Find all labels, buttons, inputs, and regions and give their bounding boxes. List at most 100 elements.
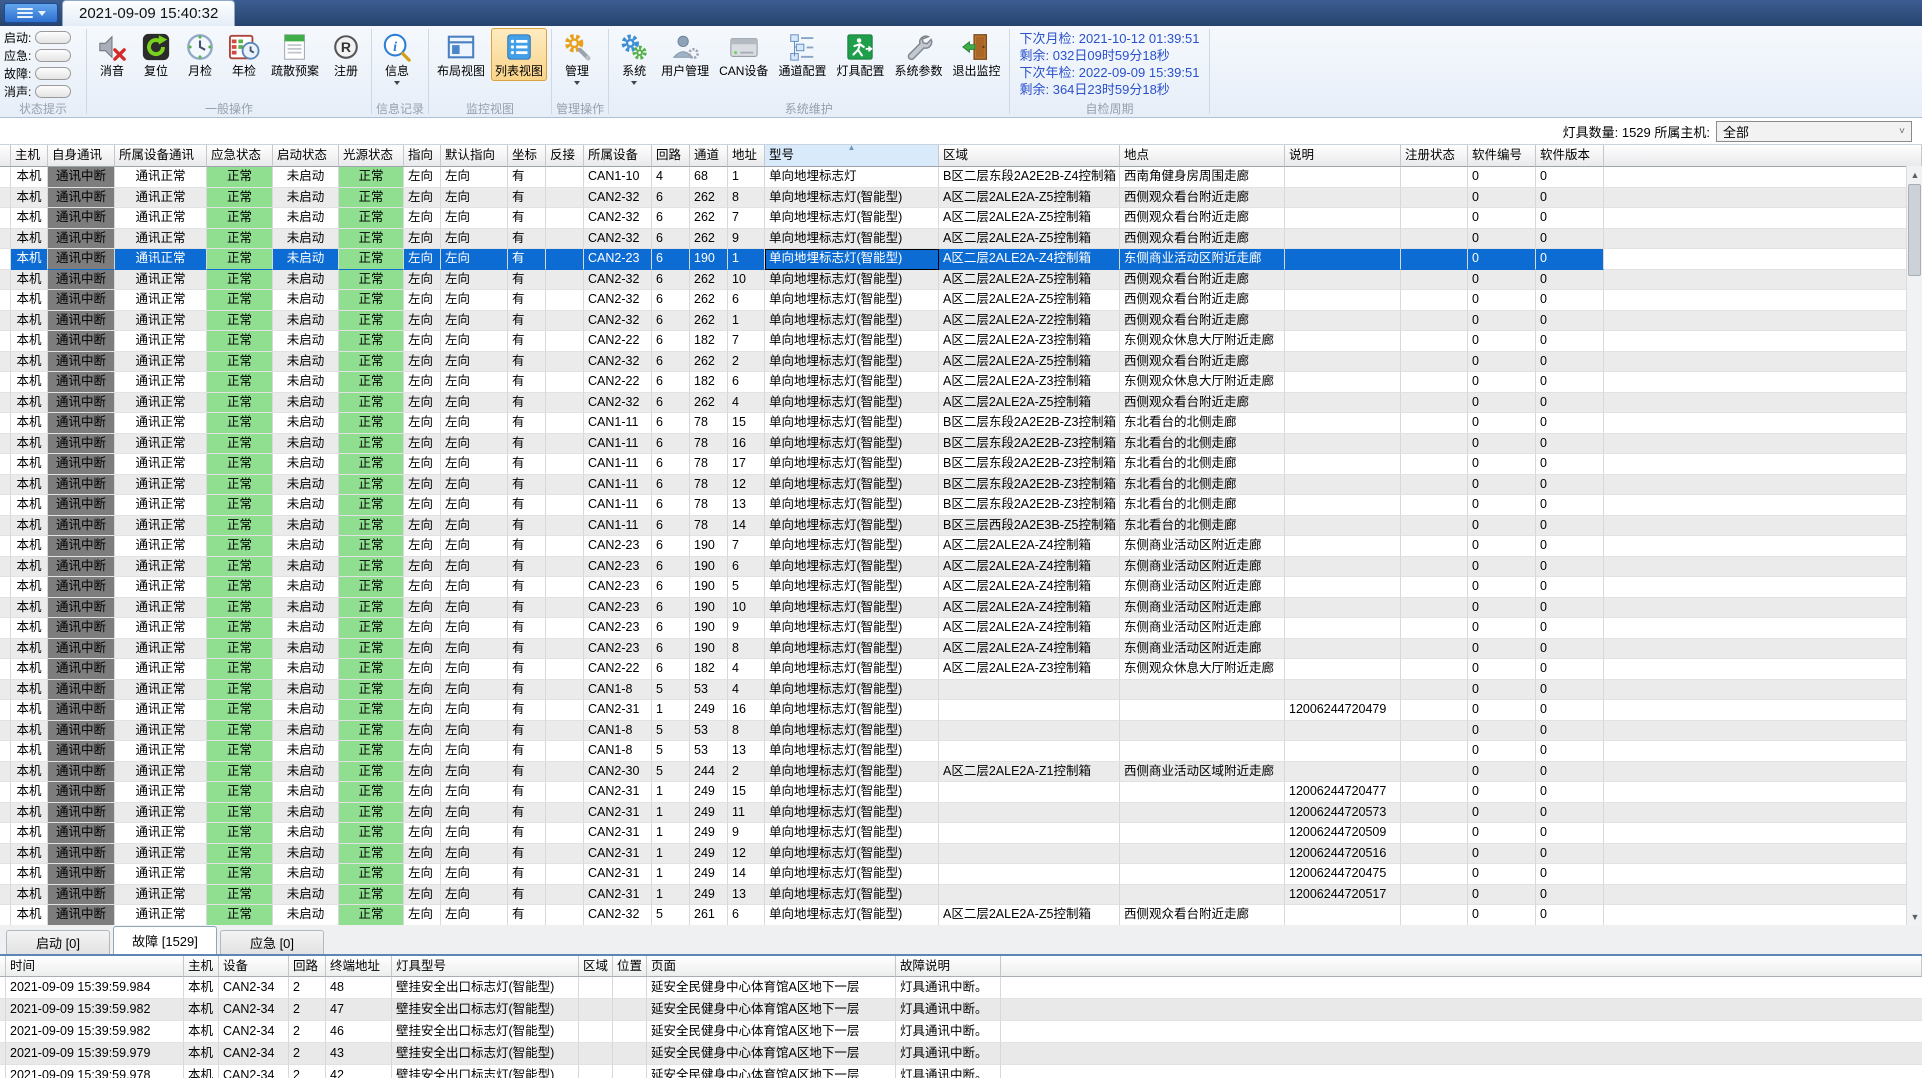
column-header-fault-desc[interactable]: 故障说明 xyxy=(896,956,1001,977)
table-row[interactable]: 本机 通讯中断 通讯正常 正常 未启动 正常 左向 左向有 CAN2-23 6 190 10 单向地埋标… xyxy=(0,597,1922,618)
table-row[interactable]: 本机 通讯中断 通讯正常 正常 未启动 正常 左向 左向有 CAN2-31 1 249 13 单向地埋标… xyxy=(0,884,1922,905)
column-header-software-version[interactable]: 软件版本 xyxy=(1536,145,1604,167)
manage-button[interactable]: 管理 xyxy=(556,28,598,87)
table-row[interactable]: 本机 通讯中断 通讯正常 正常 未启动 正常 左向 左向有 CAN2-23 6 190 7 单向地埋标志… xyxy=(0,536,1922,557)
user-manage-button[interactable]: 用户管理 xyxy=(657,28,713,81)
table-row[interactable]: 本机 通讯中断 通讯正常 正常 未启动 正常 左向 左向有 CAN2-32 6 262 10 单向地埋标… xyxy=(0,269,1922,290)
table-row[interactable]: 本机 通讯中断 通讯正常 正常 未启动 正常 左向 左向有 CAN1-8 5 53 8 单向地埋标志灯(… xyxy=(0,720,1922,741)
vertical-scrollbar[interactable]: ▲ ▼ xyxy=(1906,166,1922,925)
table-row[interactable]: 本机 通讯中断 通讯正常 正常 未启动 正常 左向 左向有 CAN2-32 5 261 6 单向地埋标志… xyxy=(0,905,1922,925)
system-button[interactable]: 系统 xyxy=(613,28,655,87)
table-row[interactable]: 本机 通讯中断 通讯正常 正常 未启动 正常 左向 左向有 CAN2-23 6 190 5 单向地埋标志… xyxy=(0,577,1922,598)
column-header-model[interactable]: ▲ 型号 xyxy=(765,145,939,167)
table-row[interactable]: 本机 通讯中断 通讯正常 正常 未启动 正常 左向 左向有 CAN1-8 5 53 4 单向地埋标志灯(… xyxy=(0,679,1922,700)
column-header-terminal-address[interactable]: 终端地址 xyxy=(326,956,392,977)
fault-table-row[interactable]: 2021-09-09 15:39:59.982 本机 CAN2-34 2 46 壁挂安全出… xyxy=(0,1021,1922,1043)
column-header-address[interactable]: 地址 xyxy=(728,145,765,167)
column-header-direction[interactable]: 指向 xyxy=(404,145,441,167)
column-header-device-comm[interactable]: 所属设备通讯 xyxy=(115,145,207,167)
month-check-button[interactable]: 月检 xyxy=(179,28,221,81)
table-row[interactable]: 本机 通讯中断 通讯正常 正常 未启动 正常 左向 左向有 CAN1-11 6 78 13 单向地埋标志… xyxy=(0,495,1922,516)
column-header-device[interactable]: 设备 xyxy=(219,956,289,977)
column-header-position[interactable]: 位置 xyxy=(613,956,647,977)
table-row[interactable]: 本机 通讯中断 通讯正常 正常 未启动 正常 左向 左向有 CAN2-23 6 190 6 单向地埋标志… xyxy=(0,556,1922,577)
register-button[interactable]: R 注册 xyxy=(325,28,367,81)
table-row[interactable]: 本机 通讯中断 通讯正常 正常 未启动 正常 左向 左向有 CAN2-31 1 249 14 单向地埋标… xyxy=(0,864,1922,885)
column-header-time[interactable]: 时间 xyxy=(6,956,184,977)
table-row[interactable]: 本机 通讯中断 通讯正常 正常 未启动 正常 左向 左向有 CAN1-11 6 78 14 单向地埋标志… xyxy=(0,515,1922,536)
app-menu-button[interactable] xyxy=(4,3,58,23)
column-header-page[interactable]: 页面 xyxy=(647,956,896,977)
column-header-emergency-state[interactable]: 应急状态 xyxy=(207,145,273,167)
table-row[interactable]: 本机 通讯中断 通讯正常 正常 未启动 正常 左向 左向有 CAN2-32 6 262 1 单向地埋标志… xyxy=(0,310,1922,331)
layout-view-button[interactable]: 布局视图 xyxy=(433,28,489,81)
table-row[interactable]: 本机 通讯中断 通讯正常 正常 未启动 正常 左向 左向有 CAN2-22 6 182 6 单向地埋标志… xyxy=(0,372,1922,393)
table-row[interactable]: 本机 通讯中断 通讯正常 正常 未启动 正常 左向 左向有 CAN2-32 6 262 9 单向地埋标志… xyxy=(0,228,1922,249)
table-row[interactable]: 本机 通讯中断 通讯正常 正常 未启动 正常 左向 左向有 CAN2-31 1 249 11 单向地埋标… xyxy=(0,802,1922,823)
table-row[interactable]: 本机 通讯中断 通讯正常 正常 未启动 正常 左向 左向有 CAN2-32 6 262 7 单向地埋标志… xyxy=(0,208,1922,229)
column-header-reverse[interactable]: 反接 xyxy=(546,145,584,167)
column-header-region[interactable]: 区域 xyxy=(579,956,613,977)
tab-start[interactable]: 启动 [0] xyxy=(6,930,110,954)
scroll-down-arrow-icon[interactable]: ▼ xyxy=(1907,908,1922,925)
column-header-note[interactable]: 说明 xyxy=(1285,145,1401,167)
column-header-host[interactable]: 主机 xyxy=(184,956,219,977)
scroll-up-arrow-icon[interactable]: ▲ xyxy=(1907,166,1922,183)
table-row[interactable]: 本机 通讯中断 通讯正常 正常 未启动 正常 左向 左向有 CAN1-8 5 53 13 单向地埋标志灯… xyxy=(0,741,1922,762)
table-row[interactable]: 本机 通讯中断 通讯正常 正常 未启动 正常 左向 左向有 CAN1-10 4 68 1 单向地埋标志灯… xyxy=(0,167,1922,188)
table-row[interactable]: 本机 通讯中断 通讯正常 正常 未启动 正常 左向 左向有 CAN1-11 6 78 12 单向地埋标志… xyxy=(0,474,1922,495)
column-header-location[interactable]: 地点 xyxy=(1120,145,1285,167)
host-filter-dropdown[interactable]: 全部 ˅ xyxy=(1716,120,1912,142)
table-row[interactable]: 本机 通讯中断 通讯正常 正常 未启动 正常 左向 左向有 CAN2-31 1 249 16 单向地埋标… xyxy=(0,700,1922,721)
column-header-software-no[interactable]: 软件编号 xyxy=(1468,145,1536,167)
tab-fault[interactable]: 故障 [1529] xyxy=(113,926,217,954)
table-row[interactable]: 本机 通讯中断 通讯正常 正常 未启动 正常 左向 左向有 CAN2-31 1 249 12 单向地埋标… xyxy=(0,843,1922,864)
table-row[interactable]: 本机 通讯中断 通讯正常 正常 未启动 正常 左向 左向有 CAN2-22 6 182 4 单向地埋标志… xyxy=(0,659,1922,680)
mute-button[interactable]: 消音 xyxy=(91,28,133,81)
exit-monitor-button[interactable]: 退出监控 xyxy=(948,28,1004,81)
column-header-self-comm[interactable]: 自身通讯 xyxy=(48,145,115,167)
tab-emergency[interactable]: 应急 [0] xyxy=(220,930,324,954)
column-header-register-state[interactable]: 注册状态 xyxy=(1401,145,1468,167)
table-row[interactable]: 本机 通讯中断 通讯正常 正常 未启动 正常 左向 左向有 CAN2-23 6 190 9 单向地埋标志… xyxy=(0,618,1922,639)
table-row[interactable]: 本机 通讯中断 通讯正常 正常 未启动 正常 左向 左向有 CAN2-31 1 249 15 单向地埋标… xyxy=(0,782,1922,803)
can-device-button[interactable]: CAN设备 xyxy=(715,28,772,81)
table-row[interactable]: 本机 通讯中断 通讯正常 正常 未启动 正常 左向 左向有 CAN1-11 6 78 15 单向地埋标志… xyxy=(0,413,1922,434)
column-header-lamp-model[interactable]: 灯具型号 xyxy=(392,956,579,977)
system-params-button[interactable]: 系统参数 xyxy=(890,28,946,81)
list-view-button[interactable]: 列表视图 xyxy=(491,28,548,81)
fault-table-row[interactable]: 2021-09-09 15:39:59.982 本机 CAN2-34 2 47 壁挂安全出… xyxy=(0,999,1922,1021)
column-header-default-direction[interactable]: 默认指向 xyxy=(441,145,508,167)
year-check-button[interactable]: 年检 xyxy=(223,28,265,81)
column-header-host[interactable]: 主机 xyxy=(11,145,48,167)
reset-button[interactable]: 复位 xyxy=(135,28,177,81)
column-header-loop[interactable]: 回路 xyxy=(652,145,690,167)
column-header-light-state[interactable]: 光源状态 xyxy=(339,145,404,167)
lamp-config-button[interactable]: 灯具配置 xyxy=(832,28,888,81)
info-button[interactable]: i 信息 xyxy=(376,28,418,87)
table-row[interactable]: 本机 通讯中断 通讯正常 正常 未启动 正常 左向 左向有 CAN2-23 6 190 1 单向地埋标志… xyxy=(0,249,1922,270)
evac-plan-button[interactable]: 疏散预案 xyxy=(267,28,323,81)
column-header-channel[interactable]: 通道 xyxy=(690,145,728,167)
column-header-device[interactable]: 所属设备 xyxy=(584,145,652,167)
column-header-loop[interactable]: 回路 xyxy=(289,956,326,977)
table-row[interactable]: 本机 通讯中断 通讯正常 正常 未启动 正常 左向 左向有 CAN2-32 6 262 2 单向地埋标志… xyxy=(0,351,1922,372)
table-row[interactable]: 本机 通讯中断 通讯正常 正常 未启动 正常 左向 左向有 CAN2-32 6 262 4 单向地埋标志… xyxy=(0,392,1922,413)
fault-table-row[interactable]: 2021-09-09 15:39:59.984 本机 CAN2-34 2 48 壁挂安全出… xyxy=(0,977,1922,999)
table-row[interactable]: 本机 通讯中断 通讯正常 正常 未启动 正常 左向 左向有 CAN2-22 6 182 7 单向地埋标志… xyxy=(0,331,1922,352)
fault-table-row[interactable]: 2021-09-09 15:39:59.979 本机 CAN2-34 2 43 壁挂安全出… xyxy=(0,1043,1922,1065)
table-row[interactable]: 本机 通讯中断 通讯正常 正常 未启动 正常 左向 左向有 CAN1-11 6 78 16 单向地埋标志… xyxy=(0,433,1922,454)
channel-config-button[interactable]: 通道配置 xyxy=(774,28,830,81)
fault-table-row[interactable]: 2021-09-09 15:39:59.978 本机 CAN2-34 2 42 壁挂安全出… xyxy=(0,1065,1922,1078)
table-row[interactable]: 本机 通讯中断 通讯正常 正常 未启动 正常 左向 左向有 CAN2-30 5 244 2 单向地埋标志… xyxy=(0,761,1922,782)
cell-default-direction: 左向 xyxy=(441,290,508,311)
column-header-coordinate[interactable]: 坐标 xyxy=(508,145,546,167)
table-row[interactable]: 本机 通讯中断 通讯正常 正常 未启动 正常 左向 左向有 CAN2-31 1 249 9 单向地埋标志… xyxy=(0,823,1922,844)
column-header-region[interactable]: 区域 xyxy=(939,145,1120,167)
scrollbar-thumb[interactable] xyxy=(1908,184,1921,276)
table-row[interactable]: 本机 通讯中断 通讯正常 正常 未启动 正常 左向 左向有 CAN2-23 6 190 8 单向地埋标志… xyxy=(0,638,1922,659)
table-row[interactable]: 本机 通讯中断 通讯正常 正常 未启动 正常 左向 左向有 CAN2-32 6 262 8 单向地埋标志… xyxy=(0,187,1922,208)
table-row[interactable]: 本机 通讯中断 通讯正常 正常 未启动 正常 左向 左向有 CAN1-11 6 78 17 单向地埋标志… xyxy=(0,454,1922,475)
column-header-start-state[interactable]: 启动状态 xyxy=(273,145,339,167)
table-row[interactable]: 本机 通讯中断 通讯正常 正常 未启动 正常 左向 左向有 CAN2-32 6 262 6 单向地埋标志… xyxy=(0,290,1922,311)
